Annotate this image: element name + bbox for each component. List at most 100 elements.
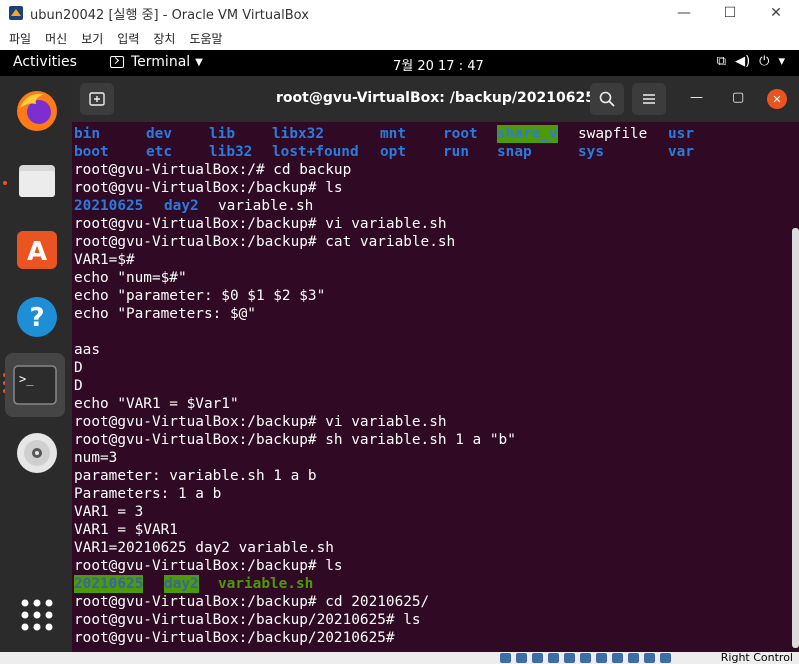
close-button[interactable]: ✕ — [753, 0, 799, 26]
svg-text:?: ? — [29, 303, 44, 333]
menu-file[interactable]: 파일 — [9, 30, 31, 47]
ls-entry: snap — [497, 144, 532, 160]
terminal-scrollbar[interactable] — [792, 228, 799, 648]
disc-icon — [17, 433, 57, 473]
mouse-integration-icon[interactable] — [644, 653, 655, 663]
terminal-line: root@gvu-VirtualBox:/backup# cat variabl… — [74, 234, 456, 250]
ls-entry: usr — [668, 126, 694, 142]
ls-entry: swapfile — [578, 126, 648, 142]
ls-backup-output: 20210625 day2 variable.sh — [74, 197, 474, 215]
app-menu[interactable]: Terminal ▼ — [110, 54, 203, 70]
volume-icon: ◀) — [735, 54, 751, 69]
svg-text:>_: >_ — [19, 372, 34, 386]
terminal-line: D — [74, 360, 83, 376]
search-button[interactable] — [590, 83, 624, 115]
audio-icon[interactable] — [532, 653, 543, 663]
terminal-line: root@gvu-VirtualBox:/backup# ls — [74, 558, 343, 574]
ls-entry: root — [443, 126, 478, 142]
ls-entry: var — [668, 144, 694, 160]
recording-icon[interactable] — [612, 653, 623, 663]
ls-entry: lost+found — [272, 144, 359, 160]
terminal-line: parameter: variable.sh 1 a b — [74, 468, 317, 484]
dock-software[interactable]: A — [12, 224, 62, 274]
terminal-icon — [110, 56, 124, 68]
terminal-line: aas — [74, 342, 100, 358]
ls-entry: 20210625 — [74, 198, 144, 214]
terminal-prompt: root@gvu-VirtualBox:/backup/20210625# — [74, 630, 395, 646]
folder-icon — [19, 165, 55, 197]
ls-entry: run — [443, 144, 469, 160]
cpu-icon[interactable] — [628, 653, 639, 663]
hamburger-menu-button[interactable] — [632, 83, 666, 115]
dock-terminal[interactable]: >_ — [5, 353, 65, 417]
help-icon: ? — [17, 297, 57, 337]
terminal-line: Parameters: 1 a b — [74, 486, 222, 502]
terminal-line: D — [74, 378, 83, 394]
svg-text:A: A — [27, 237, 47, 267]
ls-entry: day2 — [164, 575, 199, 593]
ls-entry: opt — [380, 144, 406, 160]
menu-devices[interactable]: 장치 — [153, 30, 175, 47]
display-icon[interactable] — [596, 653, 607, 663]
dock-help[interactable]: ? — [12, 292, 62, 342]
clock[interactable]: 7월 20 17 : 47 — [393, 55, 484, 74]
ls-entry: variable.sh — [218, 576, 314, 592]
ls-entry: lib32 — [209, 144, 253, 160]
host-key-label: Right Control — [720, 651, 793, 664]
window-maximize-button[interactable]: ▢ — [732, 90, 744, 105]
terminal-line: echo "parameter: $0 $1 $2 $3" — [74, 288, 326, 304]
menu-view[interactable]: 보기 — [81, 30, 103, 47]
terminal-line: echo "VAR1 = $Var1" — [74, 396, 239, 412]
dock: A ? >_ — [0, 76, 72, 664]
ls-entry: lib — [209, 126, 235, 142]
ls-entry: sys — [578, 144, 604, 160]
grid-icon — [21, 599, 53, 631]
menu-input[interactable]: 입력 — [117, 30, 139, 47]
shared-folder-icon[interactable] — [580, 653, 591, 663]
maximize-button[interactable]: ☐ — [707, 0, 753, 26]
optical-drive-icon[interactable] — [516, 653, 527, 663]
terminal-line: echo "num=$#" — [74, 270, 187, 286]
keyboard-capture-icon[interactable] — [660, 653, 671, 663]
terminal-line: root@gvu-VirtualBox:/backup# vi variable… — [74, 414, 447, 430]
system-tray[interactable]: ⧉ ◀) ⏻ ▾ — [708, 54, 785, 69]
running-indicator — [3, 181, 7, 185]
caret-down-icon: ▼ — [195, 56, 203, 68]
virtualbox-icon — [9, 6, 23, 20]
terminal-icon: >_ — [13, 365, 57, 405]
ls-root-row2: boot etc lib32 lost+found opt run snap s… — [74, 143, 794, 161]
ls-entry: mnt — [380, 126, 406, 142]
terminal-line: num=3 — [74, 450, 118, 466]
ls-entry: day2 — [164, 198, 199, 214]
chevron-down-icon: ▾ — [778, 54, 785, 69]
network-icon: ⧉ — [716, 54, 727, 69]
terminal-line: VAR1 = 3 — [74, 504, 144, 520]
minimize-button[interactable]: — — [661, 0, 707, 26]
ls-entry: boot — [74, 144, 109, 160]
ls-entry: etc — [146, 144, 172, 160]
dock-firefox[interactable] — [12, 86, 62, 136]
menu-machine[interactable]: 머신 — [45, 30, 67, 47]
activities-button[interactable]: Activities — [13, 54, 77, 70]
network-adapter-icon[interactable] — [548, 653, 559, 663]
usb-icon[interactable] — [564, 653, 575, 663]
ls-root-row1: bin dev lib libx32 mnt root share_v swap… — [74, 125, 794, 143]
dock-files[interactable] — [12, 156, 62, 206]
power-icon: ⏻ — [759, 54, 770, 69]
ls-entry: bin — [74, 126, 100, 142]
dock-cd[interactable] — [12, 428, 62, 478]
host-titlebar: ubun20042 [실행 중] - Oracle VM VirtualBox … — [0, 0, 799, 26]
terminal-output[interactable]: bin dev lib libx32 mnt root share_v swap… — [72, 122, 799, 652]
window-close-button[interactable]: ✕ — [767, 89, 787, 109]
window-minimize-button[interactable]: — — [690, 90, 703, 105]
menu-help[interactable]: 도움말 — [189, 30, 222, 47]
software-store-icon: A — [17, 231, 57, 269]
firefox-icon — [17, 91, 57, 131]
ls-entry: dev — [146, 126, 172, 142]
terminal-line: VAR1=20210625 day2 variable.sh — [74, 540, 334, 556]
hdd-icon[interactable] — [500, 653, 511, 663]
terminal-line: VAR1 = $VAR1 — [74, 522, 178, 538]
show-applications-button[interactable] — [12, 590, 62, 640]
terminal-headerbar: root@gvu-VirtualBox: /backup/20210625 — … — [72, 76, 799, 122]
app-menu-label: Terminal — [131, 54, 191, 70]
